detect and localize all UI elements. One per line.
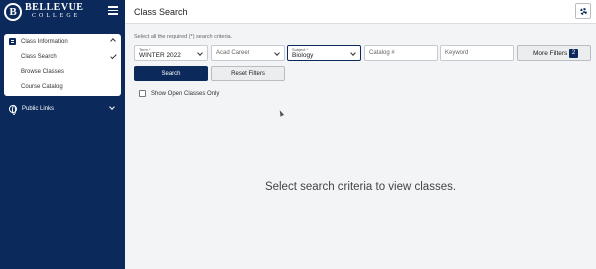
sidebar-item-browse-classes[interactable]: Browse Classes — [4, 65, 121, 79]
sidebar-item-course-catalog[interactable]: Course Catalog — [4, 80, 121, 94]
class-information-label: Class Information — [21, 39, 68, 45]
sidebar-item-label: Class Search — [21, 54, 57, 60]
mouse-cursor-icon — [277, 109, 285, 117]
gear-icon — [580, 8, 587, 15]
check-icon — [110, 52, 117, 60]
catalog-number-placeholder: Catalog # — [369, 50, 395, 56]
logo-mark: B — [4, 3, 22, 21]
chevron-down-icon — [274, 50, 280, 56]
reset-filters-button[interactable]: Reset Filters — [211, 66, 285, 81]
keyword-input[interactable]: Keyword — [440, 45, 514, 61]
chevron-down-icon — [197, 50, 203, 56]
public-links-label: Public Links — [22, 106, 55, 112]
subject-value: Biology — [292, 52, 314, 59]
sidebar-item-class-search[interactable]: Class Search — [4, 50, 121, 64]
class-information-menu: Class Information Class Search Browse Cl… — [4, 34, 121, 96]
logo-wordmark: BELLEVUE — [25, 2, 84, 13]
settings-button[interactable] — [575, 3, 591, 19]
empty-state-message: Select search criteria to view classes. — [264, 181, 457, 193]
keyword-placeholder: Keyword — [445, 50, 469, 56]
required-criteria-hint: Select all the required (*) search crite… — [134, 34, 233, 40]
term-value: WINTER 2022 — [139, 52, 181, 59]
class-information-header[interactable]: Class Information — [4, 34, 121, 49]
hamburger-icon[interactable] — [108, 6, 118, 15]
chevron-up-icon — [110, 38, 116, 44]
globe-icon — [9, 105, 17, 115]
search-button[interactable]: Search — [134, 66, 208, 81]
sidebar: B BELLEVUE COLLEGE Class Information Cla… — [0, 0, 125, 269]
list-icon — [9, 38, 16, 45]
acad-career-select[interactable]: Acad Career — [211, 45, 285, 61]
reset-filters-label: Reset Filters — [231, 71, 265, 77]
filter-count-badge: 2 — [569, 49, 578, 58]
acad-career-placeholder: Acad Career — [216, 50, 250, 56]
more-filters-button[interactable]: More Filters 2 — [517, 45, 591, 61]
chevron-down-icon — [350, 50, 356, 56]
chevron-down-icon — [109, 104, 115, 110]
sidebar-item-public-links[interactable]: Public Links — [4, 102, 121, 116]
college-logo[interactable]: B BELLEVUE COLLEGE — [4, 3, 104, 21]
page-title: Class Search — [134, 7, 188, 17]
search-button-label: Search — [161, 71, 181, 77]
open-classes-label[interactable]: Show Open Classes Only — [151, 90, 219, 98]
catalog-number-input[interactable]: Catalog # — [364, 45, 438, 61]
page-header: Class Search — [125, 0, 596, 24]
sidebar-item-label: Course Catalog — [21, 84, 63, 90]
logo-subtitle: COLLEGE — [32, 13, 81, 19]
term-select[interactable]: Term * WINTER 2022 — [134, 45, 208, 61]
subject-select[interactable]: Subject * Biology — [287, 45, 361, 61]
open-classes-checkbox[interactable] — [139, 90, 146, 97]
sidebar-item-label: Browse Classes — [21, 69, 65, 75]
more-filters-label: More Filters — [533, 50, 568, 57]
